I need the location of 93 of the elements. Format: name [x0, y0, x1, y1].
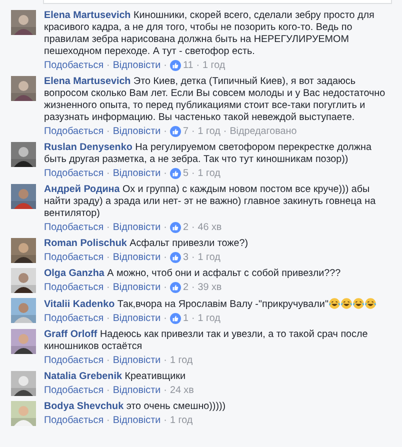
- author-name[interactable]: Graff Orloff: [44, 329, 98, 340]
- author-name[interactable]: Vitalii Kadenko: [44, 299, 115, 310]
- like-link[interactable]: Подобається: [44, 354, 104, 366]
- comment-meta: 1 год: [170, 414, 193, 426]
- separator-dot: ·: [106, 354, 110, 366]
- like-count: 2: [182, 282, 188, 294]
- separator-dot: ·: [164, 168, 167, 180]
- reply-link[interactable]: Відповісти: [112, 168, 161, 180]
- separator-dot: ·: [106, 312, 110, 324]
- like-link[interactable]: Подобається: [44, 126, 104, 138]
- reply-link[interactable]: Відповісти: [112, 60, 161, 72]
- comment-text: Андрей Родина Ох и группа) с каждым новом постом все круче))) абы найти зраду) а зрада или нет- эт не важно) главное закинуть говнеца на вентилятор): [44, 184, 377, 220]
- like-link[interactable]: Подобається: [44, 282, 104, 294]
- like-link[interactable]: Подобається: [44, 252, 104, 264]
- author-name[interactable]: Андрей Родина: [44, 184, 120, 195]
- author-name[interactable]: Olga Ganzha: [44, 268, 104, 279]
- reply-link[interactable]: Відповісти: [112, 126, 161, 138]
- separator-dot: ·: [191, 312, 195, 324]
- separator-dot: ·: [164, 384, 167, 396]
- separator-dot: ·: [164, 282, 167, 294]
- comment-text: Olga Ganzha А можно, чтоб они и асфальт с собой привезли???: [44, 268, 342, 280]
- thumbs-up-icon: [170, 252, 181, 263]
- like-count: 3: [182, 252, 188, 264]
- like-count: 11: [182, 60, 194, 72]
- separator-dot: ·: [164, 414, 167, 426]
- separator-dot: ·: [164, 126, 167, 138]
- like-link[interactable]: Подобається: [44, 222, 104, 234]
- separator-dot: ·: [164, 60, 167, 72]
- thumbs-up-icon: [170, 126, 181, 137]
- thumbs-up-icon: [170, 313, 181, 324]
- author-name[interactable]: Roman Polischuk: [44, 238, 127, 249]
- comment-text: Vitalii Kadenko Так,вчора на Ярославім Валу -"прикручували": [44, 298, 390, 311]
- separator-dot: ·: [106, 414, 110, 426]
- like-link[interactable]: Подобається: [44, 60, 104, 72]
- like-count: 7: [182, 126, 188, 138]
- comment-text: Roman Polischuk Асфальт привезли тоже?): [44, 238, 250, 250]
- comment-meta: 46 хв: [198, 222, 222, 234]
- comment-meta: 1 год: [198, 126, 220, 138]
- separator-dot: ·: [196, 60, 200, 72]
- reply-link[interactable]: Відповісти: [112, 282, 161, 294]
- separator-dot: ·: [191, 126, 195, 138]
- thumbs-up-icon: [170, 222, 181, 233]
- comment-meta: 1 год: [198, 252, 220, 264]
- separator-dot: ·: [164, 222, 167, 234]
- comment-text: Elena Martusevich Это Киев, детка (Типичный Киев), я вот задаюсь вопросом сколько Вам лет. Если Вы совсем молоды и у Вас недостаточно жизненного опыта, то перед публикациями стоит все-таки погуглить и разузнать информацию. Вы частенько такой невеждой выступаете.: [44, 76, 386, 124]
- comment-meta: 1 год: [198, 168, 220, 180]
- reply-link[interactable]: Відповісти: [112, 252, 161, 264]
- separator-dot: ·: [106, 282, 110, 294]
- reply-link[interactable]: Відповісти: [112, 414, 161, 426]
- like-link[interactable]: Подобається: [44, 414, 104, 426]
- comment-meta: 24 хв: [170, 384, 194, 396]
- separator-dot: ·: [106, 126, 110, 138]
- separator-dot: ·: [191, 252, 195, 264]
- comment-meta: 39 хв: [198, 282, 222, 294]
- thumbs-up-icon: [170, 168, 181, 179]
- thumbs-up-icon: [170, 60, 181, 71]
- reply-link[interactable]: Відповісти: [112, 384, 161, 396]
- separator-dot: ·: [191, 282, 195, 294]
- separator-dot: ·: [106, 252, 110, 264]
- author-name[interactable]: Natalia Grebenik: [44, 371, 122, 382]
- comment-meta: 1 год: [202, 60, 226, 72]
- separator-dot: ·: [164, 312, 167, 324]
- separator-dot: ·: [106, 168, 110, 180]
- separator-dot: ·: [164, 354, 167, 366]
- separator-dot: ·: [164, 252, 167, 264]
- comment-text: Graff Orloff Надеюсь как привезли так и увезли, а то такой срач после киношников остаётся: [44, 329, 369, 353]
- comment-meta: 1 год: [198, 312, 220, 324]
- like-count: 1: [182, 312, 188, 324]
- separator-dot: ·: [106, 384, 110, 396]
- author-name[interactable]: Elena Martusevich: [44, 76, 131, 87]
- reply-link[interactable]: Відповісти: [112, 312, 161, 324]
- reply-link[interactable]: Відповісти: [112, 354, 161, 366]
- comment-text: Bodya Shevchuk это очень смешно))))): [44, 401, 227, 413]
- author-name[interactable]: Ruslan Denysenko: [44, 142, 132, 153]
- separator-dot: ·: [106, 60, 110, 72]
- separator-dot: ·: [106, 222, 110, 234]
- like-count: 2: [182, 222, 188, 234]
- comment-text: Natalia Grebenik Креативщики: [44, 371, 186, 383]
- author-name[interactable]: Bodya Shevchuk: [44, 401, 124, 412]
- author-name[interactable]: Elena Martusevich: [44, 10, 131, 21]
- like-link[interactable]: Подобається: [44, 384, 104, 396]
- reply-link[interactable]: Відповісти: [112, 222, 161, 234]
- like-count: 5: [182, 168, 188, 180]
- separator-dot: ·: [223, 126, 227, 138]
- like-link[interactable]: Подобається: [44, 168, 104, 180]
- comment-meta: Відредаговано: [230, 126, 297, 138]
- comment-text: Elena Martusevich Киношники, скорей всего, сделали зебру просто для красивого кадра, а не для того, чтобы не позорить кого-то. Ведь по правилам зебра нарисована должна быть на НЕРЕГУЛИРУЕМОМ пешеходном переходе. А тут - светофор есть.: [44, 10, 376, 58]
- comment-text: Ruslan Denysenko На регулируемом светофором перекрестке должна быть другая разметка, а не зебра. Так что тут киношникам позор)): [44, 142, 372, 166]
- thumbs-up-icon: [170, 282, 181, 293]
- separator-dot: ·: [191, 222, 195, 234]
- separator-dot: ·: [191, 168, 195, 180]
- like-link[interactable]: Подобається: [44, 312, 104, 324]
- comment-meta: 1 год: [170, 354, 193, 366]
